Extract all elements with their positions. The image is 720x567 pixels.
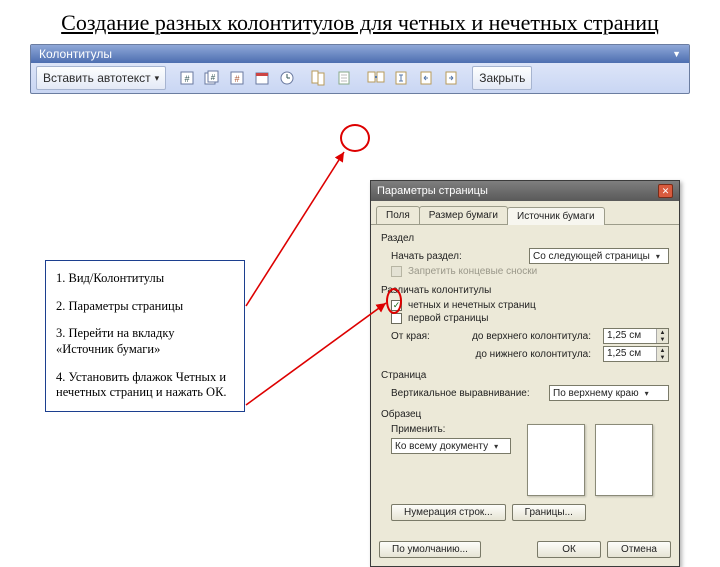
header-distance-value: 1,25 см — [604, 329, 656, 343]
same-as-previous-icon[interactable] — [365, 67, 387, 89]
line-numbers-button[interactable]: Нумерация строк... — [391, 504, 506, 521]
apply-to-select[interactable]: Ко всему документу — [391, 438, 511, 454]
footer-distance-value: 1,25 см — [604, 347, 656, 361]
dialog-title: Параметры страницы — [377, 185, 488, 197]
group-section: Раздел Начать раздел: Со следующей стран… — [381, 233, 669, 277]
cancel-button[interactable]: Отмена — [607, 541, 671, 558]
from-edge-label: От края: — [391, 331, 430, 342]
valign-select[interactable]: По верхнему краю — [549, 385, 669, 401]
default-button[interactable]: По умолчанию... — [379, 541, 481, 558]
odd-even-pages-label: четных и нечетных страниц — [408, 300, 536, 311]
insert-time-icon[interactable] — [276, 67, 298, 89]
instruction-step-4: 4. Установить флажок Четных и нечетных с… — [56, 370, 234, 401]
first-page-label: первой страницы — [408, 313, 488, 324]
svg-text:#: # — [235, 74, 240, 84]
dialog-titlebar: Параметры страницы ✕ — [371, 181, 679, 201]
instruction-step-2: 2. Параметры страницы — [56, 299, 234, 315]
group-headers: Различать колонтитулы ✓ четных и нечетны… — [381, 285, 669, 362]
dialog-close-icon[interactable]: ✕ — [658, 184, 673, 198]
preview-pages — [527, 424, 653, 496]
dialog-tabs: Поля Размер бумаги Источник бумаги — [371, 201, 679, 225]
svg-text:#: # — [211, 73, 216, 82]
switch-header-footer-icon[interactable] — [390, 67, 412, 89]
footer-distance-label: до нижнего колонтитула: — [397, 349, 591, 360]
page-title: Создание разных колонтитулов для четных … — [40, 10, 680, 36]
show-document-text-icon[interactable] — [333, 67, 355, 89]
insert-autotext-button[interactable]: Вставить автотекст ▾ — [36, 66, 166, 90]
format-page-number-icon[interactable]: # — [226, 67, 248, 89]
ok-button[interactable]: ОК — [537, 541, 601, 558]
start-section-label: Начать раздел: — [391, 251, 462, 262]
highlight-circle-toolbar — [340, 124, 370, 152]
tab-paper-source[interactable]: Источник бумаги — [507, 207, 605, 225]
preview-page-right — [595, 424, 653, 496]
spinner-icon[interactable]: ▲▼ — [656, 347, 668, 361]
odd-even-pages-checkbox[interactable]: ✓ — [391, 300, 402, 311]
close-toolbar-button[interactable]: Закрыть — [472, 66, 532, 90]
toolbar-titlebar: Колонтитулы ▼ — [31, 45, 689, 63]
header-footer-toolbar: Колонтитулы ▼ Вставить автотекст ▾ # # # — [30, 44, 690, 94]
first-page-checkbox[interactable] — [391, 313, 402, 324]
insert-page-count-icon[interactable]: # — [201, 67, 223, 89]
toolbar-title: Колонтитулы — [39, 47, 112, 61]
page-setup-icon[interactable] — [308, 67, 330, 89]
tab-fields[interactable]: Поля — [376, 206, 420, 224]
instruction-box: 1. Вид/Колонтитулы 2. Параметры страницы… — [45, 260, 245, 412]
insert-page-number-icon[interactable]: # — [176, 67, 198, 89]
instruction-step-1: 1. Вид/Колонтитулы — [56, 271, 234, 287]
suppress-endnotes-checkbox — [391, 266, 402, 277]
start-section-select[interactable]: Со следующей страницы — [529, 248, 669, 264]
apply-to-label: Применить: — [391, 424, 521, 435]
group-page-title: Страница — [381, 370, 669, 381]
footer-distance-field[interactable]: 1,25 см ▲▼ — [603, 346, 669, 362]
header-distance-field[interactable]: 1,25 см ▲▼ — [603, 328, 669, 344]
dialog-body: Раздел Начать раздел: Со следующей стран… — [371, 225, 679, 535]
header-distance-label: до верхнего колонтитула: — [436, 331, 591, 342]
group-page: Страница Вертикальное выравнивание: По в… — [381, 370, 669, 401]
valign-label: Вертикальное выравнивание: — [391, 388, 530, 399]
insert-date-icon[interactable] — [251, 67, 273, 89]
suppress-endnotes-label: Запретить концевые сноски — [408, 266, 537, 277]
instruction-step-3: 3. Перейти на вкладку «Источник бумаги» — [56, 326, 234, 357]
next-section-icon[interactable] — [440, 67, 462, 89]
borders-button[interactable]: Границы... — [512, 504, 586, 521]
dropdown-caret-icon: ▾ — [155, 73, 160, 84]
group-preview: Образец Применить: Ко всему документу Ну… — [381, 409, 669, 521]
previous-section-icon[interactable] — [415, 67, 437, 89]
tab-paper-size[interactable]: Размер бумаги — [419, 206, 508, 224]
insert-autotext-label: Вставить автотекст — [43, 71, 151, 85]
group-preview-title: Образец — [381, 409, 669, 420]
toolbar-button-row: Вставить автотекст ▾ # # # — [31, 63, 689, 93]
preview-page-left — [527, 424, 585, 496]
page-setup-dialog: Параметры страницы ✕ Поля Размер бумаги … — [370, 180, 680, 567]
toolbar-dropdown-caret-icon[interactable]: ▼ — [672, 49, 681, 59]
svg-text:#: # — [185, 74, 190, 84]
group-headers-title: Различать колонтитулы — [381, 285, 669, 296]
group-section-title: Раздел — [381, 233, 669, 244]
spinner-icon[interactable]: ▲▼ — [656, 329, 668, 343]
